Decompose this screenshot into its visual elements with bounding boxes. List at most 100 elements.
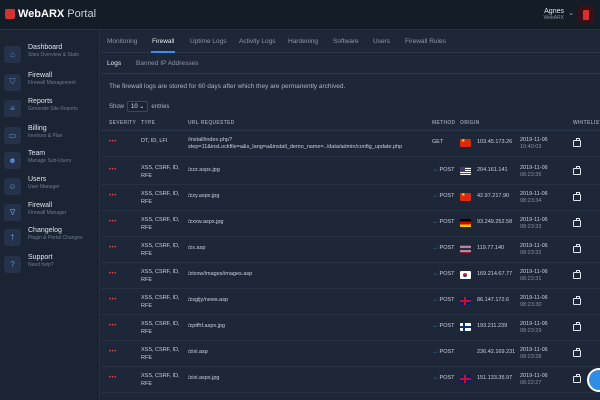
sidebar-item-firewall[interactable]: ⛉ Firewall Firewall Management <box>0 69 100 95</box>
sidebar-item-title: Dashboard <box>28 44 63 51</box>
sidebar-item-users[interactable]: ☺ Users User Manager <box>0 173 100 199</box>
table-row[interactable]: ••• XSS, CSRF, ID, RFE/zxxw.aspx.jpg → POS… <box>101 211 600 237</box>
sidebar-item-dashboard[interactable]: ⌂ Dashboard Sites Overview & Stats <box>0 41 100 67</box>
url-requested: /zzy.aspx.jpg <box>188 193 220 199</box>
origin-ip: 86.147.172.6 <box>477 297 510 303</box>
changelog-icon: † <box>4 228 21 246</box>
arrow-right-icon: → <box>432 375 438 381</box>
table-row[interactable]: ••• XSS, CSRF, ID, RFE/zzz.aspx.jpg → POST… <box>101 159 600 185</box>
flag-icon-us <box>460 167 471 175</box>
column-header-type[interactable]: TYPE <box>141 120 155 126</box>
whitelist-add-icon[interactable] <box>573 348 581 357</box>
attack-type: XSS, CSRF, ID, RFE <box>141 321 180 335</box>
url-requested: /zptfhf.aspx.jpg <box>188 323 225 329</box>
sidebar-item-title: Firewall <box>28 72 53 79</box>
table-header: SEVERITY TYPE URL REQUESTED METHOD ORIGIN WHI… <box>101 115 600 131</box>
tab-firewall-rules[interactable]: Firewall Rules <box>405 38 446 45</box>
table-row[interactable]: ••• XSS, CSRF, ID, RFE/zixi.aspx.jpg → POS… <box>101 367 600 393</box>
sidebar-item-firewall[interactable]: ∇ Firewall Firewall Manager <box>0 199 100 225</box>
table-row[interactable]: ••• DT, ID, LFI/install/index.php?step=11… <box>101 131 600 157</box>
table-row[interactable]: ••• XSS, CSRF, ID, RFE/zptfhf.aspx.jpg → P… <box>101 315 600 341</box>
whitelist-add-icon[interactable] <box>573 296 581 305</box>
sidebar-item-support[interactable]: ? Support Need help? <box>0 251 100 277</box>
table-row[interactable]: ••• XSS, CSRF, ID, RFE/zzy.aspx.jpg → POST… <box>101 185 600 211</box>
subtab-logs[interactable]: Logs <box>107 60 121 67</box>
log-timestamp: 2019-11-06 08:23:30 <box>520 295 548 308</box>
column-header-method[interactable]: METHOD <box>432 120 455 126</box>
severity-indicator: ••• <box>109 219 117 225</box>
column-header-severity[interactable]: SEVERITY <box>109 120 136 126</box>
request-method: → POST <box>432 167 455 173</box>
sidebar-item-title: Support <box>28 254 53 261</box>
sidebar-item-subtitle: Firewall Management <box>28 80 76 86</box>
attack-type: DT, ID, LFI <box>141 138 168 144</box>
tab-activity-logs[interactable]: Activity Logs <box>239 38 276 45</box>
team-icon: ☻ <box>4 151 21 169</box>
sidebar-item-title: Billing <box>28 125 47 132</box>
user-org: WebARX <box>543 15 564 21</box>
sidebar-item-billing[interactable]: ▭ Billing Invoices & Plan <box>0 122 100 148</box>
severity-indicator: ••• <box>109 349 117 355</box>
whitelist-add-icon[interactable] <box>573 138 581 147</box>
sidebar-item-subtitle: Manage Sub-Users <box>28 158 72 164</box>
sidebar-item-reports[interactable]: ≡ Reports Generate Site Reports <box>0 95 100 121</box>
request-method: → POST <box>432 193 455 199</box>
whitelist-add-icon[interactable] <box>573 218 581 227</box>
top-bar: WebARX Portal Agnes WebARX ⌄ <box>0 0 600 30</box>
request-method: → POST <box>432 375 455 381</box>
log-timestamp: 2019-11-06 08:22:27 <box>520 373 548 386</box>
table-row[interactable]: ••• XSS, CSRF, ID, RFE/zixi.asp → POST 236.… <box>101 341 600 367</box>
tab-monitoring[interactable]: Monitoring <box>107 38 137 45</box>
tab-firewall[interactable]: Firewall <box>152 38 174 45</box>
severity-indicator: ••• <box>109 193 117 199</box>
sidebar-item-subtitle: Need help? <box>28 262 54 268</box>
log-timestamp: 2019-11-06 08:23:28 <box>520 347 548 360</box>
arrow-right-icon: → <box>432 167 438 173</box>
attack-type: XSS, CSRF, ID, RFE <box>141 269 180 283</box>
sidebar-item-changelog[interactable]: † Changelog Plugin & Portal Changes <box>0 224 100 250</box>
origin-ip: 169.214.67.77 <box>477 271 513 277</box>
url-requested: /zixi.asp <box>188 349 208 355</box>
origin-ip: 151.133.35.97 <box>477 375 513 381</box>
show-label: Show <box>109 103 125 110</box>
tab-hardening[interactable]: Hardening <box>288 38 318 45</box>
column-header-url-requested[interactable]: URL REQUESTED <box>188 120 235 126</box>
entries-select[interactable]: 10 ⌄ <box>127 101 149 112</box>
table-row[interactable]: ••• XSS, CSRF, ID, RFE/zx.asp → POST 119.77… <box>101 237 600 263</box>
log-timestamp: 2019-11-06 08:23:35 <box>520 165 548 178</box>
request-method: → POST <box>432 219 455 225</box>
avatar[interactable] <box>578 6 594 24</box>
request-method: → POST <box>432 245 455 251</box>
sidebar-item-team[interactable]: ☻ Team Manage Sub-Users <box>0 147 100 173</box>
sidebar-item-subtitle: Plugin & Portal Changes <box>28 235 83 241</box>
attack-type: XSS, CSRF, ID, RFE <box>141 347 180 361</box>
user-menu[interactable]: Agnes WebARX <box>544 8 564 21</box>
flag-icon-th <box>460 245 471 253</box>
log-timestamp: 2019-11-06 08:23:33 <box>520 217 548 230</box>
whitelist-add-icon[interactable] <box>573 166 581 175</box>
column-header-origin[interactable]: ORIGIN <box>460 120 480 126</box>
table-row[interactable]: ••• XSS, CSRF, ID, RFE/zsgljy/news.asp → P… <box>101 289 600 315</box>
subtab-banned-ip-addresses[interactable]: Banned IP Addresses <box>136 60 198 67</box>
tab-users[interactable]: Users <box>373 38 390 45</box>
column-header-whitelist[interactable]: WHITELIST <box>573 120 600 126</box>
sidebar-item-title: Changelog <box>28 227 62 234</box>
tab-uptime-logs[interactable]: Uptime Logs <box>190 38 227 45</box>
whitelist-add-icon[interactable] <box>573 374 581 383</box>
whitelist-add-icon[interactable] <box>573 244 581 253</box>
whitelist-add-icon[interactable] <box>573 270 581 279</box>
chevron-down-icon[interactable]: ⌄ <box>568 9 574 17</box>
url-requested: /install/index.php?step=11&insLockfile=a… <box>188 137 403 150</box>
tab-software[interactable]: Software <box>333 38 359 45</box>
whitelist-add-icon[interactable] <box>573 192 581 201</box>
attack-type: XSS, CSRF, ID, RFE <box>141 217 180 231</box>
whitelist-add-icon[interactable] <box>573 322 581 331</box>
request-method: → POST <box>432 297 455 303</box>
severity-indicator: ••• <box>109 297 117 303</box>
url-requested: /zx.asp <box>188 245 206 251</box>
request-method: → POST <box>432 271 455 277</box>
request-method: → POST <box>432 323 455 329</box>
severity-indicator: ••• <box>109 375 117 381</box>
app-logo[interactable]: WebARX Portal <box>5 8 96 20</box>
table-row[interactable]: ••• XSS, CSRF, ID, RFE/ztxxw/images/image… <box>101 263 600 289</box>
